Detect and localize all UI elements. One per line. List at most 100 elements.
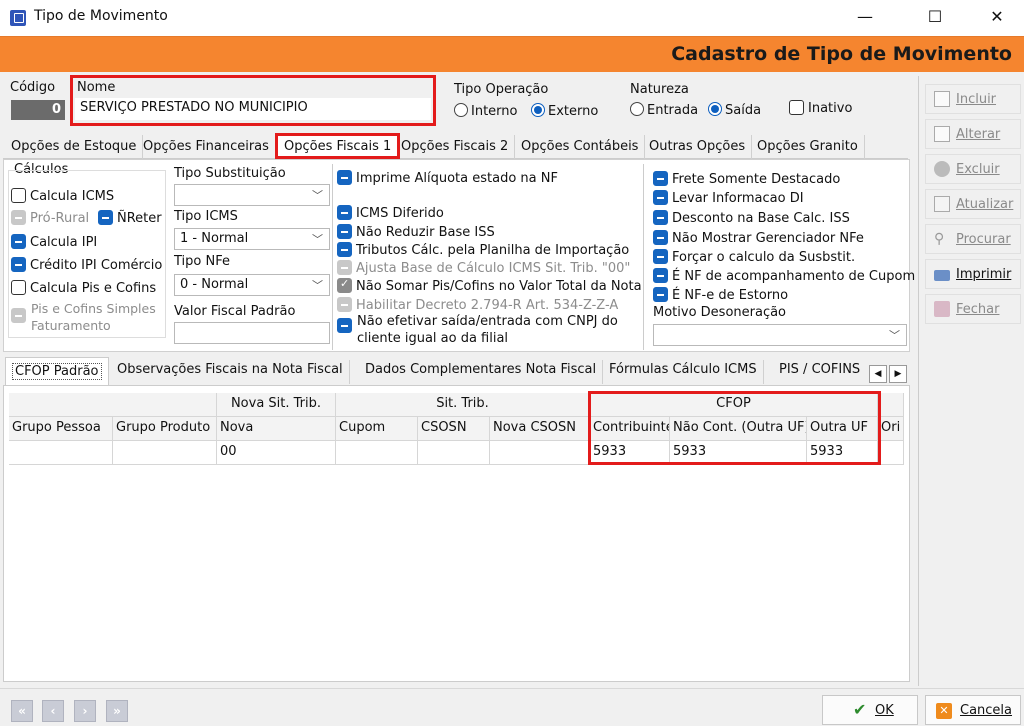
opt-desconto-base[interactable]: Desconto na Base Calc. ISS	[653, 210, 850, 226]
opt-imprime-aliquota[interactable]: Imprime Alíquota estado na NF	[337, 170, 558, 186]
atualizar-button[interactable]: Atualizar	[925, 189, 1021, 219]
calcula-icms-check-icon[interactable]	[11, 188, 26, 203]
opt-nf-cupom-icon[interactable]	[653, 268, 668, 283]
pro-rural-check-icon[interactable]	[11, 210, 26, 225]
opt-nao-reduzir-iss[interactable]: Não Reduzir Base ISS	[337, 224, 495, 240]
radio-externo[interactable]: Externo	[531, 103, 598, 119]
opt-frete-destacado-icon[interactable]	[653, 171, 668, 186]
col-ori[interactable]: Ori	[878, 417, 904, 441]
close-button[interactable]: ✕	[974, 0, 1020, 36]
tipo-icms-select[interactable]: 1 - Normal ﹀	[174, 228, 330, 250]
opt-ajusta-base-icon[interactable]	[337, 260, 352, 275]
opt-ajusta-base[interactable]: Ajusta Base de Cálculo ICMS Sit. Trib. "…	[337, 260, 630, 276]
radio-entrada-icon[interactable]	[630, 102, 644, 116]
radio-interno-icon[interactable]	[454, 103, 468, 117]
tab-opcoes-fiscais-1[interactable]: Opções Fiscais 1	[275, 133, 401, 159]
opt-nao-somar-pis-icon[interactable]	[337, 277, 352, 293]
ok-button[interactable]: ✔ OK	[822, 695, 918, 725]
subtab-cfop-padrao[interactable]: CFOP Padrão	[5, 357, 109, 385]
inativo-checkbox[interactable]: Inativo	[789, 100, 852, 116]
opt-frete-destacado[interactable]: Frete Somente Destacado	[653, 171, 840, 187]
opt-icms-diferido-icon[interactable]	[337, 205, 352, 220]
cell-cupom[interactable]	[336, 441, 418, 465]
pro-rural-checkbox[interactable]: Pró-Rural	[11, 210, 89, 226]
cell-grupo-pessoa[interactable]	[9, 441, 113, 465]
calcula-ipi-checkbox[interactable]: Calcula IPI	[11, 234, 97, 250]
opt-levar-di-icon[interactable]	[653, 190, 668, 205]
opt-habilitar-decreto[interactable]: Habilitar Decreto 2.794-R Art. 534-Z-Z-A	[337, 297, 618, 313]
excluir-button[interactable]: Excluir	[925, 154, 1021, 184]
opt-icms-diferido[interactable]: ICMS Diferido	[337, 205, 444, 221]
radio-saida-icon[interactable]	[708, 102, 722, 116]
opt-levar-di[interactable]: Levar Informacao DI	[653, 190, 804, 206]
radio-externo-icon[interactable]	[531, 103, 545, 117]
opt-tributos-planilha[interactable]: Tributos Cálc. pela Planilha de Importaç…	[337, 242, 629, 258]
col-nova-csosn[interactable]: Nova CSOSN	[490, 417, 590, 441]
opt-nao-mostrar-nfe[interactable]: Não Mostrar Gerenciador NFe	[653, 230, 864, 246]
opt-nao-reduzir-iss-icon[interactable]	[337, 224, 352, 239]
inativo-check-icon[interactable]	[789, 100, 804, 115]
subtab-scroll-right[interactable]: ▶	[889, 365, 907, 383]
col-csosn[interactable]: CSOSN	[418, 417, 490, 441]
opt-forcar-calculo[interactable]: Forçar o calculo da Susbstit.	[653, 249, 855, 265]
subtab-pis-cofins[interactable]: PIS / COFINS	[773, 360, 869, 384]
calcula-ipi-check-icon[interactable]	[11, 234, 26, 249]
cell-ori[interactable]	[878, 441, 904, 465]
opt-nao-mostrar-nfe-icon[interactable]	[653, 230, 668, 245]
pis-simples-checkbox[interactable]	[11, 308, 30, 324]
col-grupo-produto[interactable]: Grupo Produto	[113, 417, 217, 441]
previous-record-icon[interactable]: ‹	[42, 700, 64, 722]
maximize-button[interactable]: ☐	[912, 0, 958, 36]
subtab-observacoes[interactable]: Observações Fiscais na Nota Fiscal	[111, 360, 350, 384]
pis-simples-check-icon[interactable]	[11, 308, 26, 323]
subtab-scroll-left[interactable]: ◀	[869, 365, 887, 383]
cancela-button[interactable]: ✕ Cancela	[925, 695, 1021, 725]
radio-saida[interactable]: Saída	[708, 102, 761, 118]
opt-tributos-planilha-icon[interactable]	[337, 242, 352, 257]
subtab-dados-complementares[interactable]: Dados Complementares Nota Fiscal	[359, 360, 604, 384]
incluir-button[interactable]: Incluir	[925, 84, 1021, 114]
opt-forcar-calculo-icon[interactable]	[653, 249, 668, 264]
opt-nao-efetivar[interactable]	[337, 318, 356, 334]
calcula-pis-check-icon[interactable]	[11, 280, 26, 295]
col-nova[interactable]: Nova	[217, 417, 336, 441]
alterar-button[interactable]: Alterar	[925, 119, 1021, 149]
nreter-checkbox[interactable]: ÑReter	[98, 210, 162, 226]
cell-nova-csosn[interactable]	[490, 441, 590, 465]
tab-opcoes-financeiras[interactable]: Opções Financeiras	[137, 135, 276, 159]
cell-nova[interactable]: 00	[217, 441, 336, 465]
motivo-select[interactable]: ﹀	[653, 324, 907, 346]
credito-ipi-checkbox[interactable]: Crédito IPI Comércio	[11, 257, 162, 273]
tipo-nfe-select[interactable]: 0 - Normal ﹀	[174, 274, 330, 296]
subtab-formulas-icms[interactable]: Fórmulas Cálculo ICMS	[603, 360, 764, 384]
opt-nf-cupom[interactable]: É NF de acompanhamento de Cupom	[653, 268, 915, 284]
codigo-field[interactable]: 0	[11, 100, 65, 120]
imprimir-button[interactable]: Imprimir	[925, 259, 1021, 289]
minimize-button[interactable]: —	[842, 0, 888, 36]
opt-nao-somar-pis[interactable]: Não Somar Pis/Cofins no Valor Total da N…	[337, 277, 642, 294]
nreter-check-icon[interactable]	[98, 210, 113, 225]
tipo-substituicao-select[interactable]: ﹀	[174, 184, 330, 206]
opt-desconto-base-icon[interactable]	[653, 210, 668, 225]
opt-nao-efetivar-icon[interactable]	[337, 318, 352, 333]
radio-interno[interactable]: Interno	[454, 103, 517, 119]
credito-ipi-check-icon[interactable]	[11, 257, 26, 272]
last-record-icon[interactable]: »	[106, 700, 128, 722]
fechar-button[interactable]: Fechar	[925, 294, 1021, 324]
opt-nfe-estorno[interactable]: É NF-e de Estorno	[653, 287, 788, 303]
tab-opcoes-fiscais-2[interactable]: Opções Fiscais 2	[395, 135, 516, 159]
opt-imprime-aliquota-icon[interactable]	[337, 170, 352, 185]
nome-input[interactable]: SERVIÇO PRESTADO NO MUNICIPIO	[75, 98, 431, 120]
opt-nfe-estorno-icon[interactable]	[653, 287, 668, 302]
procurar-button[interactable]: ⚲ Procurar	[925, 224, 1021, 254]
tab-opcoes-estoque[interactable]: Opções de Estoque	[5, 135, 144, 159]
calcula-pis-checkbox[interactable]: Calcula Pis e Cofins	[11, 280, 156, 296]
tab-outras-opcoes[interactable]: Outras Opções	[643, 135, 753, 159]
radio-entrada[interactable]: Entrada	[630, 102, 698, 118]
calcula-icms-checkbox[interactable]: Calcula ICMS	[11, 188, 114, 204]
cell-csosn[interactable]	[418, 441, 490, 465]
valor-fiscal-input[interactable]	[174, 322, 330, 344]
tab-opcoes-contabeis[interactable]: Opções Contábeis	[515, 135, 646, 159]
cell-grupo-produto[interactable]	[113, 441, 217, 465]
first-record-icon[interactable]: «	[11, 700, 33, 722]
